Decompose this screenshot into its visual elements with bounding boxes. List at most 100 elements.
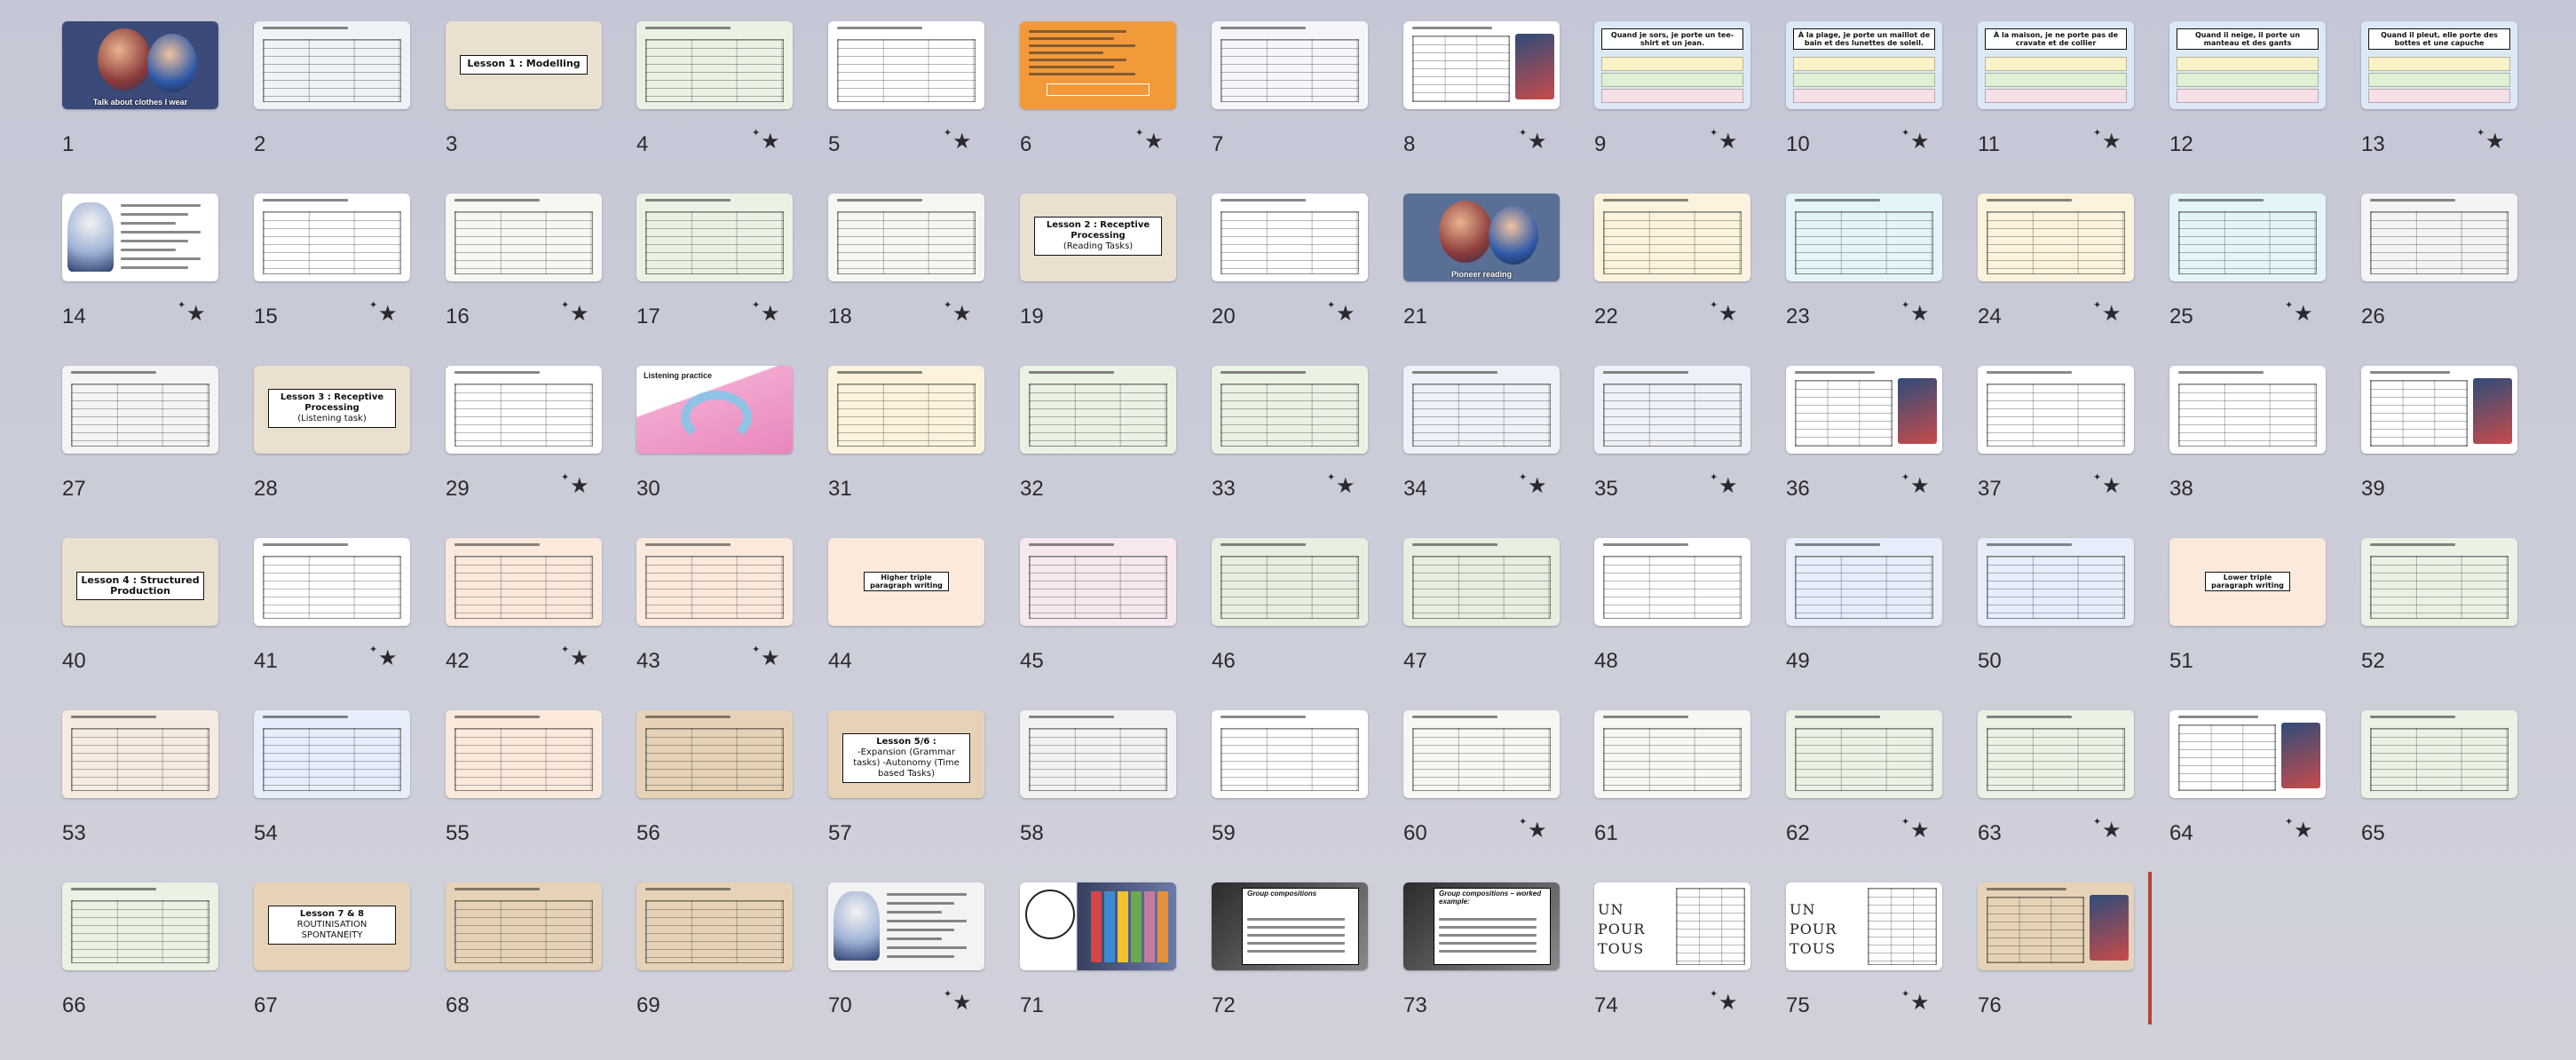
slide-thumbnail-17[interactable]: 17 ★ ✦: [636, 194, 793, 349]
slide-thumbnail-13[interactable]: Quand il pleut, elle porte des bottes et…: [2361, 21, 2517, 177]
favorite-star-icon[interactable]: ★ ✦: [944, 299, 972, 326]
slide-thumbnail-43[interactable]: 43 ★ ✦: [636, 538, 793, 693]
slide-thumbnail-26[interactable]: 26: [2361, 194, 2517, 349]
slide-preview[interactable]: [2169, 194, 2326, 281]
slide-thumbnail-68[interactable]: 68: [446, 882, 602, 1038]
slide-preview[interactable]: Lesson 4 : Structured Production: [62, 538, 218, 626]
slide-preview[interactable]: [446, 194, 602, 281]
favorite-star-icon[interactable]: ★ ✦: [1901, 816, 1930, 842]
favorite-star-icon[interactable]: ★ ✦: [1901, 471, 1930, 498]
slide-preview[interactable]: [446, 538, 602, 626]
slide-preview[interactable]: Group compositions: [1212, 882, 1368, 970]
slide-preview[interactable]: [446, 710, 602, 798]
slide-preview[interactable]: [1594, 538, 1750, 626]
slide-preview[interactable]: Lesson 3 : Receptive Processing (Listenin…: [254, 366, 410, 454]
favorite-star-icon[interactable]: ★ ✦: [1519, 471, 1547, 498]
slide-preview[interactable]: [2169, 366, 2326, 454]
favorite-star-icon[interactable]: ★ ✦: [561, 471, 589, 498]
slide-preview[interactable]: [62, 194, 218, 281]
slide-preview[interactable]: Lower triple paragraph writing: [2169, 538, 2326, 626]
slide-thumbnail-36[interactable]: 36 ★ ✦: [1786, 366, 1942, 521]
slide-thumbnail-7[interactable]: 7: [1212, 21, 1368, 177]
slide-thumbnail-40[interactable]: Lesson 4 : Structured Production 40: [62, 538, 218, 693]
slide-thumbnail-8[interactable]: 8 ★ ✦: [1403, 21, 1560, 177]
slide-thumbnail-49[interactable]: 49: [1786, 538, 1942, 693]
favorite-star-icon[interactable]: ★ ✦: [561, 299, 589, 326]
slide-thumbnail-39[interactable]: 39: [2361, 366, 2517, 521]
slide-preview[interactable]: UN POUR TOUS: [1786, 882, 1942, 970]
favorite-star-icon[interactable]: ★ ✦: [369, 299, 398, 326]
slide-preview[interactable]: [1978, 538, 2134, 626]
slide-preview[interactable]: [2361, 366, 2517, 454]
slide-thumbnail-24[interactable]: 24 ★ ✦: [1978, 194, 2134, 349]
slide-preview[interactable]: Quand il pleut, elle porte des bottes et…: [2361, 21, 2517, 109]
slide-thumbnail-45[interactable]: 45: [1020, 538, 1176, 693]
slide-preview[interactable]: [828, 882, 984, 970]
slide-thumbnail-56[interactable]: 56: [636, 710, 793, 866]
slide-thumbnail-48[interactable]: 48: [1594, 538, 1750, 693]
slide-thumbnail-59[interactable]: 59: [1212, 710, 1368, 866]
slide-preview[interactable]: [1020, 21, 1176, 109]
slide-thumbnail-70[interactable]: 70 ★ ✦: [828, 882, 984, 1038]
favorite-star-icon[interactable]: ★ ✦: [1901, 299, 1930, 326]
slide-thumbnail-25[interactable]: 25 ★ ✦: [2169, 194, 2326, 349]
slide-thumbnail-67[interactable]: Lesson 7 & 8 ROUTINISATION SPONTANEITY 67: [254, 882, 410, 1038]
slide-preview[interactable]: [1786, 710, 1942, 798]
slide-preview[interactable]: Lesson 2 : Receptive Processing (Reading …: [1020, 194, 1176, 281]
favorite-star-icon[interactable]: ★ ✦: [561, 644, 589, 670]
slide-preview[interactable]: [2361, 538, 2517, 626]
slide-thumbnail-33[interactable]: 33 ★ ✦: [1212, 366, 1368, 521]
slide-preview[interactable]: [254, 538, 410, 626]
slide-thumbnail-1[interactable]: Talk about clothes I wear 1: [62, 21, 218, 177]
favorite-star-icon[interactable]: ★ ✦: [752, 127, 780, 154]
slide-preview[interactable]: [1403, 366, 1560, 454]
slide-preview[interactable]: [446, 882, 602, 970]
slide-thumbnail-61[interactable]: 61: [1594, 710, 1750, 866]
slide-thumbnail-57[interactable]: Lesson 5/6 : -Expansion (Grammar tasks) -…: [828, 710, 984, 866]
slide-thumbnail-21[interactable]: Pioneer reading 21: [1403, 194, 1560, 349]
slide-preview[interactable]: [636, 194, 793, 281]
slide-preview[interactable]: [1786, 538, 1942, 626]
slide-preview[interactable]: Quand je sors, je porte un tee-shirt et …: [1594, 21, 1750, 109]
slide-thumbnail-41[interactable]: 41 ★ ✦: [254, 538, 410, 693]
slide-preview[interactable]: [1594, 194, 1750, 281]
slide-preview[interactable]: [254, 194, 410, 281]
slide-thumbnail-16[interactable]: 16 ★ ✦: [446, 194, 602, 349]
slide-preview[interactable]: [1403, 710, 1560, 798]
slide-thumbnail-6[interactable]: 6 ★ ✦: [1020, 21, 1176, 177]
slide-thumbnail-20[interactable]: 20 ★ ✦: [1212, 194, 1368, 349]
slide-thumbnail-37[interactable]: 37 ★ ✦: [1978, 366, 2134, 521]
slide-thumbnail-23[interactable]: 23 ★ ✦: [1786, 194, 1942, 349]
slide-preview[interactable]: Lesson 5/6 : -Expansion (Grammar tasks) -…: [828, 710, 984, 798]
slide-thumbnail-69[interactable]: 69: [636, 882, 793, 1038]
slide-preview[interactable]: À la plage, je porte un maillot de bain …: [1786, 21, 1942, 109]
favorite-star-icon[interactable]: ★ ✦: [1519, 127, 1547, 154]
slide-thumbnail-65[interactable]: 65: [2361, 710, 2517, 866]
slide-preview[interactable]: Listening practice: [636, 366, 793, 454]
slide-thumbnail-66[interactable]: 66: [62, 882, 218, 1038]
slide-thumbnail-38[interactable]: 38: [2169, 366, 2326, 521]
slide-thumbnail-12[interactable]: Quand il neige, il porte un manteau et d…: [2169, 21, 2326, 177]
favorite-star-icon[interactable]: ★ ✦: [1710, 471, 1738, 498]
slide-thumbnail-72[interactable]: Group compositions 72: [1212, 882, 1368, 1038]
favorite-star-icon[interactable]: ★ ✦: [2477, 127, 2505, 154]
slide-preview[interactable]: [1020, 882, 1176, 970]
favorite-star-icon[interactable]: ★ ✦: [1135, 127, 1164, 154]
slide-preview[interactable]: Talk about clothes I wear: [62, 21, 218, 109]
favorite-star-icon[interactable]: ★ ✦: [1710, 988, 1738, 1015]
slide-thumbnail-50[interactable]: 50: [1978, 538, 2134, 693]
favorite-star-icon[interactable]: ★ ✦: [369, 644, 398, 670]
slide-preview[interactable]: [62, 366, 218, 454]
slide-thumbnail-44[interactable]: Higher triple paragraph writing 44: [828, 538, 984, 693]
slide-thumbnail-47[interactable]: 47: [1403, 538, 1560, 693]
slide-preview[interactable]: [1978, 366, 2134, 454]
slide-thumbnail-73[interactable]: Group compositions – worked example: 73: [1403, 882, 1560, 1038]
slide-thumbnail-3[interactable]: Lesson 1 : Modelling 3: [446, 21, 602, 177]
slide-preview[interactable]: [1786, 194, 1942, 281]
slide-preview[interactable]: [1786, 366, 1942, 454]
slide-thumbnail-63[interactable]: 63 ★ ✦: [1978, 710, 2134, 866]
slide-thumbnail-74[interactable]: UN POUR TOUS 74 ★ ✦: [1594, 882, 1750, 1038]
favorite-star-icon[interactable]: ★ ✦: [1327, 471, 1355, 498]
slide-thumbnail-27[interactable]: 27: [62, 366, 218, 521]
slide-thumbnail-10[interactable]: À la plage, je porte un maillot de bain …: [1786, 21, 1942, 177]
